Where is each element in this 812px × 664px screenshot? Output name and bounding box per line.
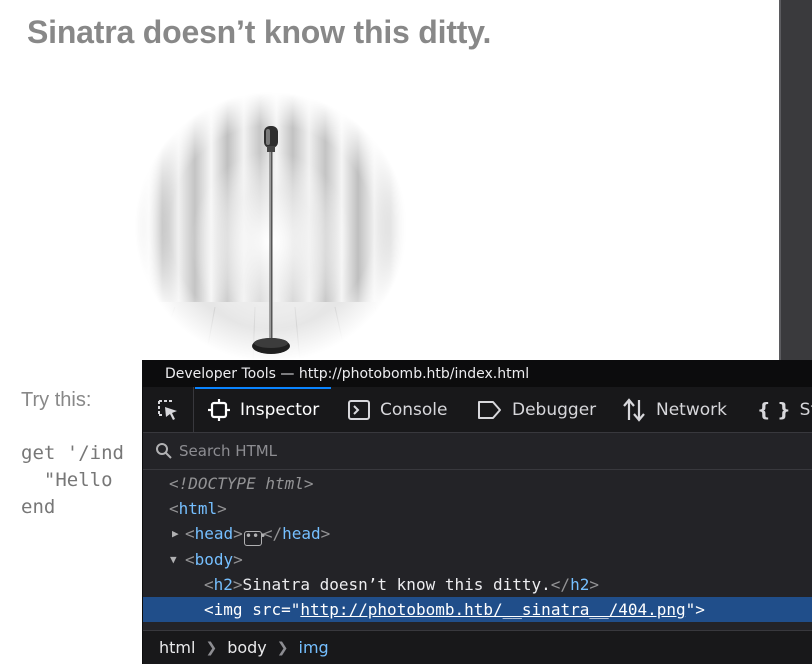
tab-network[interactable]: Network bbox=[621, 387, 727, 432]
code-line: end bbox=[21, 496, 56, 518]
try-this-label: Try this: bbox=[21, 389, 92, 411]
body-tag: body bbox=[194, 550, 234, 569]
search-html-input[interactable] bbox=[177, 441, 581, 461]
img-src-link[interactable]: http://photobomb.htb/__sinatra__/404.png bbox=[300, 600, 685, 619]
devtools-title-bar[interactable]: Developer Tools — http://photobomb.htb/i… bbox=[143, 360, 812, 387]
img-tag: img bbox=[213, 600, 243, 619]
tree-node-head[interactable]: ▶ <head> •••</head> bbox=[143, 521, 812, 546]
inspector-icon bbox=[208, 398, 230, 421]
tab-label: Console bbox=[380, 399, 448, 420]
search-html-bar bbox=[143, 433, 812, 470]
src-attribute: src bbox=[252, 600, 282, 619]
tab-inspector[interactable]: Inspector bbox=[194, 387, 332, 432]
devtools-toolbar: Inspector Console Debugger Network { } S… bbox=[143, 387, 812, 433]
tab-style-editor[interactable]: { } Sty bbox=[757, 387, 812, 432]
tree-node-body[interactable]: ▼ <body> bbox=[143, 547, 812, 572]
h2-close-tag: h2 bbox=[570, 575, 590, 594]
collapsed-content-icon[interactable]: ••• bbox=[243, 530, 267, 546]
collapse-arrow-icon[interactable]: ▼ bbox=[170, 547, 182, 572]
chevron-right-icon: ❯ bbox=[276, 639, 289, 656]
element-picker-icon bbox=[158, 399, 177, 420]
code-snippet: get '/ind "Hello end bbox=[21, 440, 124, 521]
tab-debugger[interactable]: Debugger bbox=[477, 387, 596, 432]
head-tag: head bbox=[194, 524, 234, 543]
breadcrumb-body[interactable]: body bbox=[227, 638, 267, 657]
tree-node-doctype[interactable]: <!DOCTYPE html> bbox=[143, 471, 812, 496]
microphone-stage-image bbox=[135, 92, 407, 362]
tab-label: Inspector bbox=[240, 399, 320, 420]
tab-label: Sty bbox=[799, 399, 812, 420]
tab-console[interactable]: Console bbox=[347, 387, 448, 432]
expand-arrow-icon[interactable]: ▶ bbox=[172, 521, 184, 546]
breadcrumb-html[interactable]: html bbox=[159, 638, 195, 657]
chevron-right-icon: ❯ bbox=[205, 639, 218, 656]
style-editor-icon: { } bbox=[757, 398, 791, 421]
tree-node-h2[interactable]: <h2>Sinatra doesn’t know this ditty.</h2… bbox=[143, 572, 812, 597]
h2-text: Sinatra doesn’t know this ditty. bbox=[242, 575, 551, 594]
element-picker-button[interactable] bbox=[143, 387, 194, 432]
code-line: "Hello bbox=[21, 469, 124, 491]
html-tag: html bbox=[178, 499, 218, 518]
search-icon bbox=[156, 443, 172, 459]
tree-node-img-selected[interactable]: <img src="http://photobomb.htb/__sinatra… bbox=[143, 597, 812, 622]
page-heading: Sinatra doesn’t know this ditty. bbox=[27, 14, 492, 50]
doctype-text: <!DOCTYPE html> bbox=[169, 474, 314, 493]
network-icon bbox=[623, 397, 645, 422]
console-icon bbox=[348, 399, 370, 420]
code-line: get '/ind bbox=[21, 442, 124, 464]
tree-node-html[interactable]: <html> bbox=[143, 496, 812, 521]
breadcrumb-img[interactable]: img bbox=[299, 638, 329, 657]
breadcrumb: html ❯ body ❯ img bbox=[143, 630, 812, 664]
tab-label: Debugger bbox=[512, 399, 597, 420]
tab-label: Network bbox=[656, 399, 727, 420]
developer-tools-window: Developer Tools — http://photobomb.htb/i… bbox=[142, 360, 812, 664]
debugger-icon bbox=[478, 400, 501, 419]
h2-tag: h2 bbox=[213, 575, 233, 594]
head-close-tag: head bbox=[282, 524, 321, 543]
